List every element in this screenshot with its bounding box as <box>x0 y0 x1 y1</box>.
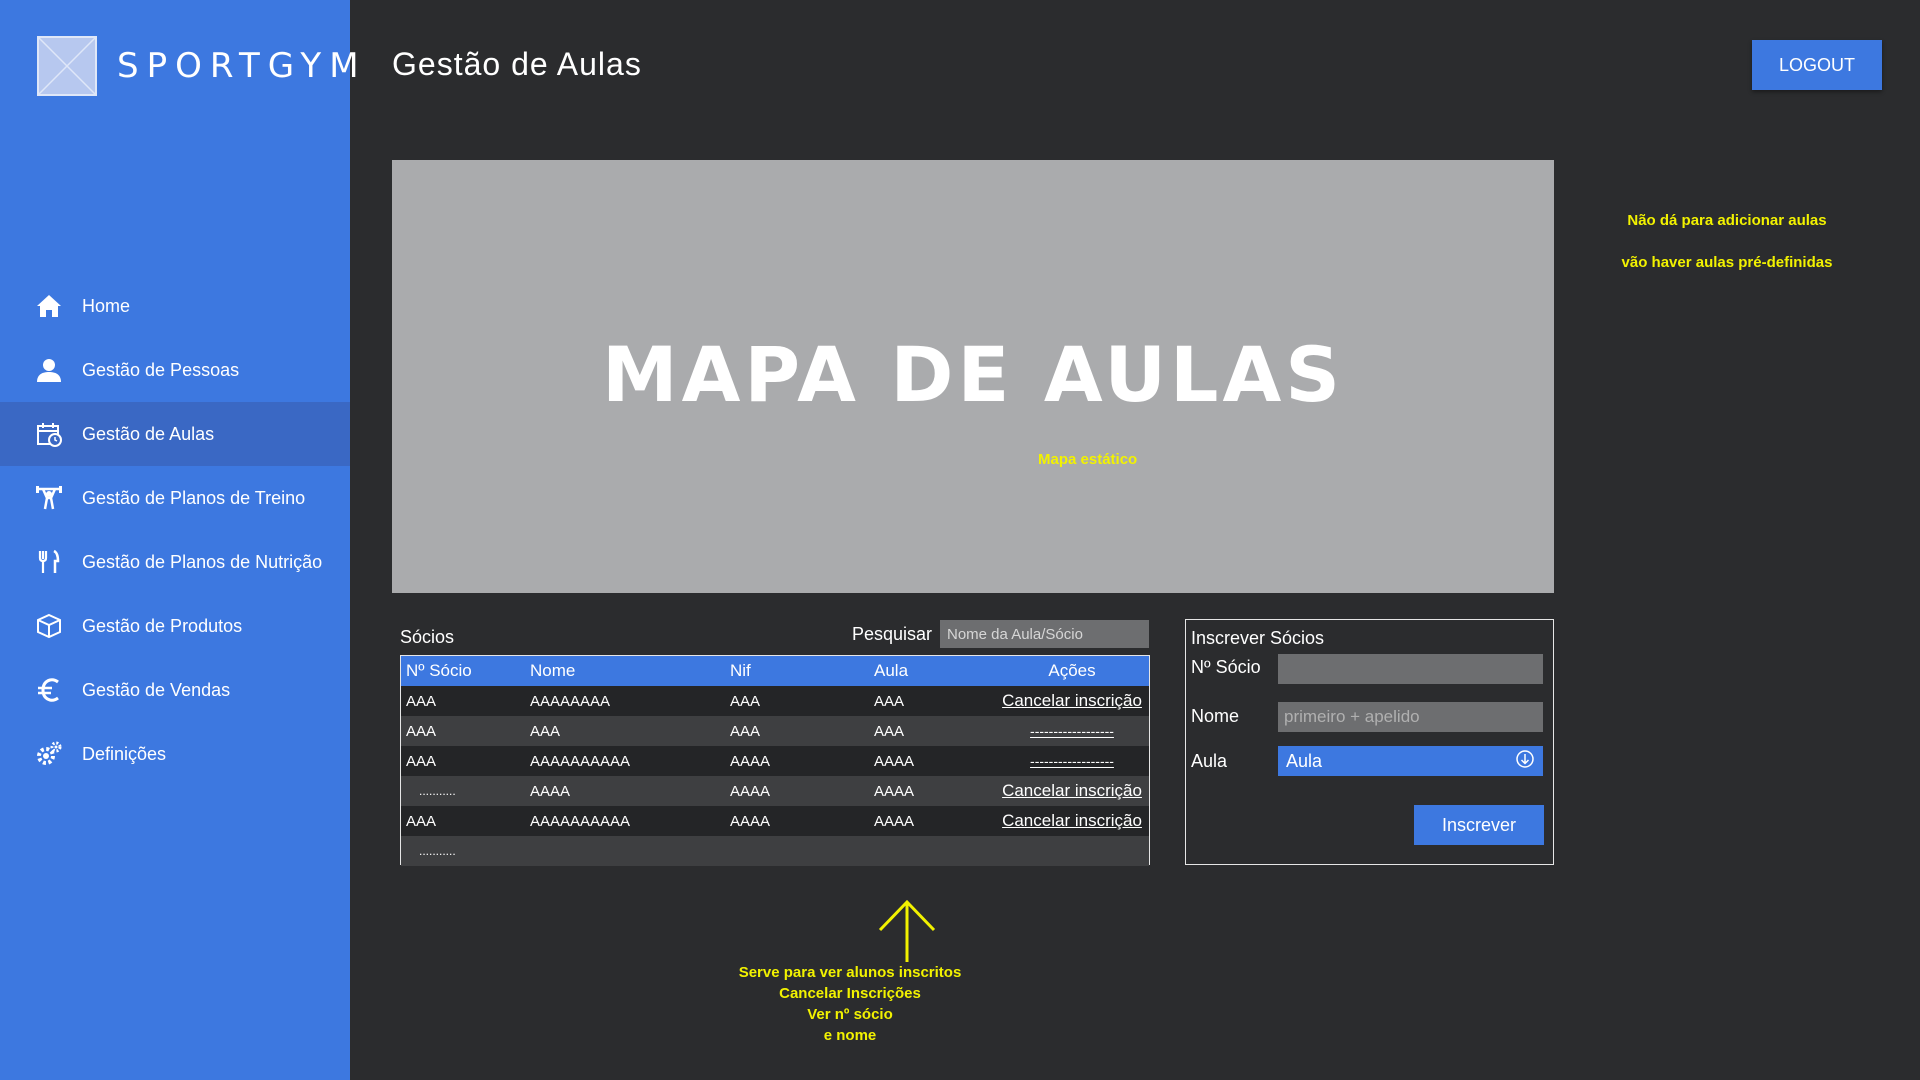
name-field[interactable] <box>1278 702 1543 732</box>
column-header: Ações <box>1048 661 1096 680</box>
sidebar-nav: Home Gestão de Pessoas Gestão de Aulas G… <box>0 274 350 786</box>
annotation-predefined: vão haver aulas pré-definidas <box>1621 254 1833 271</box>
cell-nif: AAAA <box>730 752 771 770</box>
annotation-no-add: Não dá para adicionar aulas <box>1627 212 1827 229</box>
cell-socio: AAA <box>406 722 437 740</box>
cell-nome: AAAAAAAAAA <box>530 752 631 770</box>
enroll-panel: Inscrever Sócios Nº Sócio Nome Aula Aula… <box>1185 619 1554 865</box>
cancel-enrollment-link[interactable]: Cancelar inscrição <box>997 781 1147 801</box>
sidebar-item-label: Gestão de Pessoas <box>82 359 240 380</box>
class-select[interactable]: Aula <box>1278 746 1543 776</box>
map-annotation: Mapa estático <box>1038 451 1138 468</box>
cell-nome: AAA <box>530 722 561 740</box>
class-select-value: Aula <box>1286 750 1323 771</box>
search-label: Pesquisar <box>852 624 933 644</box>
cell-nome: AAAAAAAAAA <box>530 812 631 830</box>
sidebar-item-produtos[interactable]: Gestão de Produtos <box>0 594 350 658</box>
socios-table: Nº Sócio Nome Nif Aula Ações AAA AAAAAAA… <box>400 655 1150 866</box>
fork-knife-icon <box>34 547 64 577</box>
cell-aula: AAA <box>874 722 905 740</box>
sidebar-item-label: Home <box>82 295 131 316</box>
sidebar: SPORTGYM Home Gestão de Pessoas Gestão d… <box>0 0 359 1080</box>
gears-icon <box>34 739 64 769</box>
cell-nome: AAAA <box>530 782 571 800</box>
sidebar-item-aulas[interactable]: Gestão de Aulas <box>0 402 350 466</box>
sidebar-item-planos-nutricao[interactable]: Gestão de Planos de Nutrição <box>0 530 350 594</box>
socio-number-label: Nº Sócio <box>1191 657 1261 677</box>
cell-nif: AAA <box>730 692 761 710</box>
sidebar-item-label: Gestão de Planos de Nutrição <box>82 551 323 572</box>
box-icon <box>34 611 64 641</box>
logo-placeholder-icon <box>37 36 97 96</box>
table-row: ........... <box>401 836 1149 866</box>
brand-name: SPORTGYM <box>117 46 367 86</box>
weightlifter-icon <box>34 483 64 513</box>
cell-aula: AAAA <box>874 782 915 800</box>
cell-socio: AAA <box>406 812 437 830</box>
brand: SPORTGYM <box>37 36 367 96</box>
page-title: Gestão de Aulas <box>392 46 642 82</box>
home-icon <box>34 291 64 321</box>
table-row: AAA AAAAAAAAAA AAAA AAAA Cancelar inscri… <box>401 806 1149 836</box>
sidebar-item-definicoes[interactable]: Definições <box>0 722 350 786</box>
arrow-up-icon <box>878 898 936 969</box>
column-header: Aula <box>874 661 909 680</box>
sidebar-item-home[interactable]: Home <box>0 274 350 338</box>
cell-socio: AAA <box>406 752 437 770</box>
cancel-enrollment-link[interactable]: Cancelar inscrição <box>997 811 1147 831</box>
cell-aula: AAAA <box>874 812 915 830</box>
sidebar-item-vendas[interactable]: Gestão de Vendas <box>0 658 350 722</box>
user-icon <box>34 355 64 385</box>
more-rows-indicator: ........... <box>419 844 456 858</box>
sidebar-item-planos-treino[interactable]: Gestão de Planos de Treino <box>0 466 350 530</box>
socios-title: Sócios <box>400 627 455 647</box>
annotation-line: Serve para ver alunos inscritos <box>738 964 962 981</box>
chevron-down-icon <box>1515 749 1535 774</box>
sidebar-item-label: Gestão de Aulas <box>82 423 215 444</box>
table-row: AAA AAAAAAAA AAA AAA Cancelar inscrição <box>401 686 1149 716</box>
name-label: Nome <box>1191 706 1240 726</box>
search-input[interactable] <box>940 620 1149 648</box>
map-title: MAPA DE AULAS <box>601 330 1345 419</box>
cell-aula: AAA <box>874 692 905 710</box>
table-row: AAA AAAAAAAAAA AAAA AAAA ---------------… <box>401 746 1149 776</box>
cell-nif: AAA <box>730 722 761 740</box>
table-row: ........... AAAA AAAA AAAA Cancelar insc… <box>401 776 1149 806</box>
annotation-line: e nome <box>823 1027 877 1044</box>
annotation-line: Cancelar Inscrições <box>779 985 921 1002</box>
cell-aula: AAAA <box>874 752 915 770</box>
column-header: Nº Sócio <box>406 661 472 680</box>
cell-nif: AAAA <box>730 812 771 830</box>
action-placeholder: ------------------ <box>1030 723 1114 739</box>
euro-icon <box>34 675 64 705</box>
action-placeholder: ------------------ <box>1030 753 1114 769</box>
column-header: Nome <box>530 661 576 680</box>
table-annotation: Serve para ver alunos inscritos Cancelar… <box>700 962 1000 1046</box>
annotation-line: Ver nº sócio <box>807 1006 893 1023</box>
cancel-enrollment-link[interactable]: Cancelar inscrição <box>997 691 1147 711</box>
class-map: MAPA DE AULAS Mapa estático <box>392 160 1554 593</box>
table-header: Nº Sócio Nome Nif Aula Ações <box>401 656 1149 686</box>
table-row: AAA AAA AAA AAA ------------------ <box>401 716 1149 746</box>
cell-socio: AAA <box>406 692 437 710</box>
column-header: Nif <box>730 661 751 680</box>
enroll-panel-title: Inscrever Sócios <box>1191 628 1325 648</box>
calendar-icon <box>34 419 64 449</box>
enroll-button[interactable]: Inscrever <box>1414 805 1544 845</box>
sidebar-item-pessoas[interactable]: Gestão de Pessoas <box>0 338 350 402</box>
sidebar-item-label: Gestão de Planos de Treino <box>82 487 306 508</box>
cell-socio: ........... <box>419 784 456 798</box>
cell-nome: AAAAAAAA <box>530 692 611 710</box>
sidebar-item-label: Gestão de Vendas <box>82 679 231 700</box>
sidebar-item-label: Gestão de Produtos <box>82 615 243 636</box>
socio-number-field[interactable] <box>1278 654 1543 684</box>
cell-nif: AAAA <box>730 782 771 800</box>
sidebar-item-label: Definições <box>82 743 167 764</box>
logout-button[interactable]: LOGOUT <box>1752 40 1882 90</box>
class-label: Aula <box>1191 751 1228 771</box>
